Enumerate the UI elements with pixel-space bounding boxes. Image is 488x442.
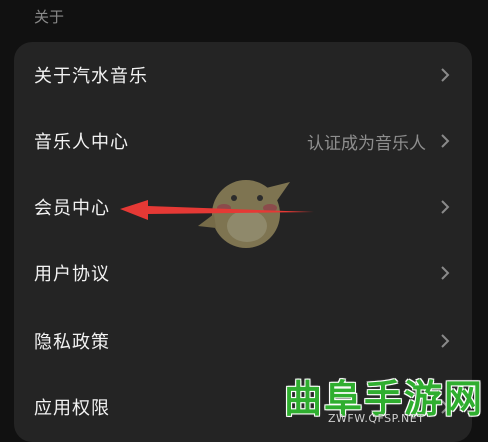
chevron-right-icon [436,264,454,282]
settings-item-label: 隐私政策 [34,332,110,353]
red-arrow-icon [118,196,318,224]
section-title: 关于 [34,8,65,26]
settings-item-label: 音乐人中心 [34,132,129,153]
settings-item-label: 应用权限 [34,398,110,419]
settings-item-label: 用户协议 [34,264,110,285]
chevron-right-icon [436,198,454,216]
chevron-right-icon [436,332,454,350]
chevron-right-icon [436,132,454,150]
settings-item-musician-center[interactable]: 音乐人中心 认证成为音乐人 [14,108,472,174]
watermark-url: ZWFW.QFSP.NET [328,412,425,425]
settings-item-subtitle: 认证成为音乐人 [307,133,426,154]
site-watermark: 曲阜手游网 ZWFW.QFSP.NET [278,362,488,426]
settings-item-label: 会员中心 [34,198,110,219]
settings-item-about[interactable]: 关于汽水音乐 [14,42,472,108]
settings-item-label: 关于汽水音乐 [34,66,148,87]
chevron-right-icon [436,66,454,84]
